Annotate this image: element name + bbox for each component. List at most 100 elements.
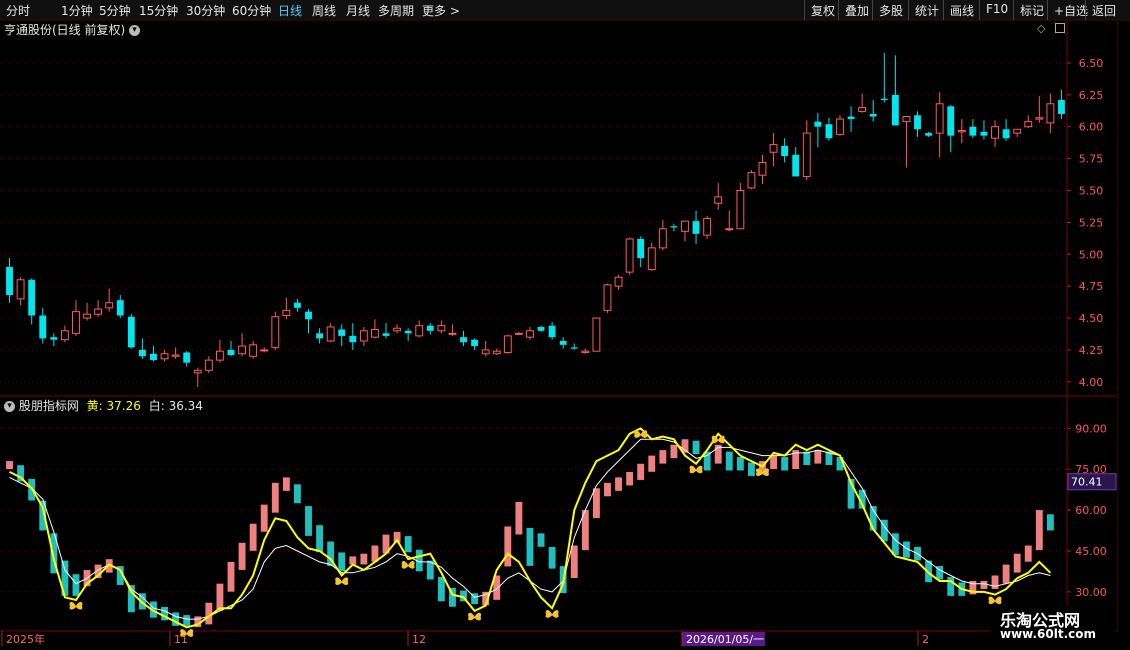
candle-body <box>127 316 135 348</box>
period-tab-1min[interactable]: 1分钟 <box>61 2 93 19</box>
yellow-line-value: 黄: 37.26 <box>86 399 141 413</box>
candle-body <box>836 118 844 135</box>
histogram-bar <box>670 444 678 459</box>
candle-body <box>28 279 36 316</box>
white-line-value: 白: 36.34 <box>148 399 203 413</box>
butterfly-icon <box>545 610 559 618</box>
statistics-button[interactable]: 统计 <box>908 0 945 20</box>
draw-line-button[interactable]: 画线 <box>943 0 980 20</box>
candle-body <box>150 353 157 361</box>
candle-body <box>293 302 301 308</box>
candle-body <box>747 172 756 189</box>
candle-body <box>880 98 888 100</box>
period-tab-5min[interactable]: 5分钟 <box>99 2 131 19</box>
period-tab-daily[interactable]: 日线 <box>278 2 302 19</box>
histogram-bar <box>814 450 822 464</box>
yellow-line <box>9 427 1052 629</box>
candle-body <box>670 226 678 228</box>
histogram-bar <box>1035 510 1043 551</box>
histogram-bar <box>293 484 301 504</box>
watermark-url: www.60lt.com <box>1000 627 1097 641</box>
candle-body <box>249 344 258 357</box>
diamond-icon[interactable]: ◇ <box>1037 22 1045 35</box>
candle-body <box>60 330 69 341</box>
histogram-bar <box>747 462 755 476</box>
overlay-button[interactable]: 叠加 <box>838 0 875 20</box>
candle-body <box>526 330 534 338</box>
histogram-bar <box>626 471 634 486</box>
histogram-bar <box>72 574 80 596</box>
period-tab-more[interactable]: 更多 > <box>422 2 460 19</box>
histogram-bar <box>515 501 523 535</box>
candle-body <box>72 311 80 334</box>
candle-body <box>957 130 966 133</box>
indicator-tick-label: 45.00 <box>1075 545 1107 558</box>
candle-body <box>692 221 700 234</box>
price-tick-label: 6.25 <box>1079 89 1104 102</box>
candle-body <box>426 325 434 331</box>
candle-body <box>714 196 723 204</box>
price-tick-label: 5.25 <box>1079 216 1104 229</box>
candle-body <box>814 121 822 127</box>
candle-body <box>437 325 446 332</box>
window-icon[interactable] <box>1055 23 1065 33</box>
period-tab-timeshare[interactable]: 分时 <box>6 2 30 19</box>
candle-body <box>138 349 146 357</box>
watermark: 乐淘公式网 www.60lt.com <box>990 605 1115 643</box>
candle-body <box>160 353 169 360</box>
candle-body <box>902 116 911 123</box>
price-tick-label: 4.75 <box>1079 280 1104 293</box>
candle-body <box>282 309 291 316</box>
period-tab-monthly[interactable]: 月线 <box>346 2 370 19</box>
chevron-down-icon[interactable]: ▾ <box>129 25 141 36</box>
candle-body <box>703 218 712 236</box>
candle-body <box>183 352 191 363</box>
period-tab-weekly[interactable]: 周线 <box>312 2 336 19</box>
current-value-badge-label: 70.41 <box>1071 476 1103 489</box>
histogram-bar <box>360 553 368 565</box>
histogram-bar <box>282 477 290 491</box>
candle-body <box>792 154 800 177</box>
candle-body <box>492 350 501 355</box>
histogram-bar <box>659 450 667 464</box>
butterfly-icon <box>634 430 648 438</box>
price-tick-label: 6.00 <box>1079 121 1104 134</box>
candle-body <box>116 300 124 316</box>
indicator-tick-label: 30.00 <box>1075 586 1107 599</box>
indicator-histogram <box>6 439 1054 628</box>
histogram-bar <box>260 504 268 532</box>
histogram-bar <box>592 488 600 519</box>
butterfly-icon <box>468 612 482 621</box>
chevron-down-icon[interactable]: ▾ <box>4 401 15 412</box>
back-button[interactable]: 返回 <box>1085 0 1122 20</box>
candle-body <box>481 349 490 355</box>
histogram-bar <box>781 457 789 471</box>
candle-body <box>1058 99 1065 114</box>
histogram-bar <box>271 482 279 513</box>
f10-button[interactable]: F10 <box>979 0 1014 20</box>
candle-body <box>415 325 424 337</box>
restore-rights-button[interactable]: 复权 <box>804 0 841 20</box>
candle-body <box>204 359 213 371</box>
date-tick-label: 2025年 <box>6 632 45 646</box>
period-tab-15min[interactable]: 15分钟 <box>139 2 178 19</box>
candle-body <box>260 349 269 352</box>
period-tab-30min[interactable]: 30分钟 <box>186 2 225 19</box>
candle-body <box>193 369 202 374</box>
candle-body <box>6 267 13 296</box>
candle-body <box>847 116 855 120</box>
indicator-tick-label: 60.00 <box>1075 504 1107 517</box>
candle-body <box>980 131 988 136</box>
right-side-panel <box>1117 21 1130 631</box>
multi-stock-button[interactable]: 多股 <box>872 0 909 20</box>
mark-button[interactable]: 标记 <box>1013 0 1050 20</box>
candle-body <box>326 326 335 342</box>
period-tab-multi[interactable]: 多周期 <box>378 2 414 19</box>
candle-body <box>1002 129 1010 139</box>
candle-body <box>925 133 933 136</box>
histogram-bar <box>692 440 700 455</box>
candle-body <box>215 350 224 361</box>
histogram-bar <box>648 455 656 472</box>
histogram-bar <box>604 482 611 497</box>
period-tab-60min[interactable]: 60分钟 <box>232 2 271 19</box>
